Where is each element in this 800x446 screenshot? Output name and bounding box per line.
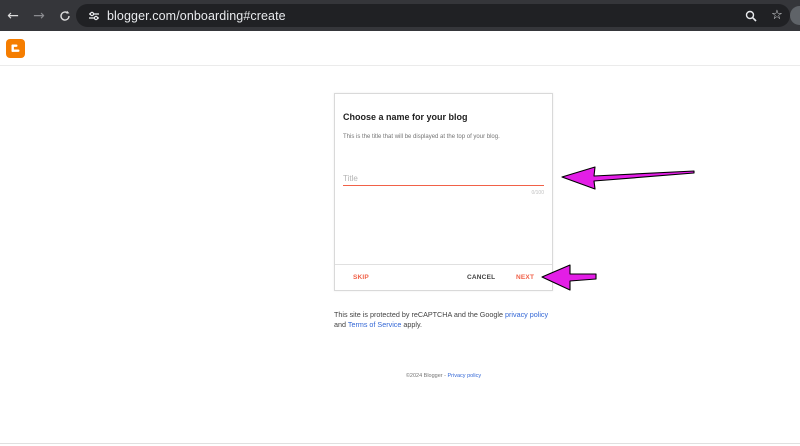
- cancel-button[interactable]: CANCEL: [467, 274, 495, 281]
- arrow-forward-icon[interactable]: →: [26, 0, 52, 31]
- skip-button[interactable]: SKIP: [353, 274, 369, 281]
- arrow-to-title-input: [561, 166, 695, 190]
- divider: [0, 443, 800, 444]
- privacy-policy-link[interactable]: privacy policy: [505, 310, 548, 319]
- dialog-footer: SKIP CANCEL NEXT: [335, 264, 552, 291]
- footer-privacy-link[interactable]: Privacy policy: [448, 373, 482, 379]
- page-footer: ©2024 Blogger - Privacy policy: [0, 373, 800, 379]
- notice-text-and: and: [334, 319, 348, 329]
- star-icon[interactable]: ☆: [768, 4, 786, 27]
- dialog-subtitle: This is the title that will be displayed…: [343, 134, 500, 140]
- browser-toolbar: ← → blogger.com/onboarding#create ☆: [0, 0, 800, 31]
- dialog-title: Choose a name for your blog: [343, 112, 468, 122]
- arrow-back-icon[interactable]: ←: [0, 0, 26, 31]
- character-counter: 0/100: [531, 190, 544, 196]
- blog-title-input[interactable]: [343, 172, 544, 186]
- profile-avatar[interactable]: [790, 6, 800, 25]
- address-bar[interactable]: blogger.com/onboarding#create ☆: [76, 4, 790, 27]
- tune-icon[interactable]: [82, 4, 106, 27]
- page-header: [0, 31, 800, 66]
- notice-text-end: apply.: [401, 319, 423, 329]
- recaptcha-notice: This site is protected by reCAPTCHA and …: [334, 310, 549, 329]
- copyright-text: ©2024 Blogger -: [405, 373, 448, 379]
- zoom-icon[interactable]: [742, 4, 760, 27]
- notice-text: This site is protected by reCAPTCHA and …: [334, 310, 505, 319]
- terms-of-service-link[interactable]: Terms of Service: [348, 320, 402, 329]
- blogger-logo-icon[interactable]: [6, 39, 25, 58]
- reload-icon[interactable]: [52, 0, 78, 31]
- url-text: blogger.com/onboarding#create: [107, 8, 286, 23]
- next-button[interactable]: NEXT: [516, 274, 534, 281]
- create-blog-dialog: Choose a name for your blog This is the …: [334, 93, 553, 291]
